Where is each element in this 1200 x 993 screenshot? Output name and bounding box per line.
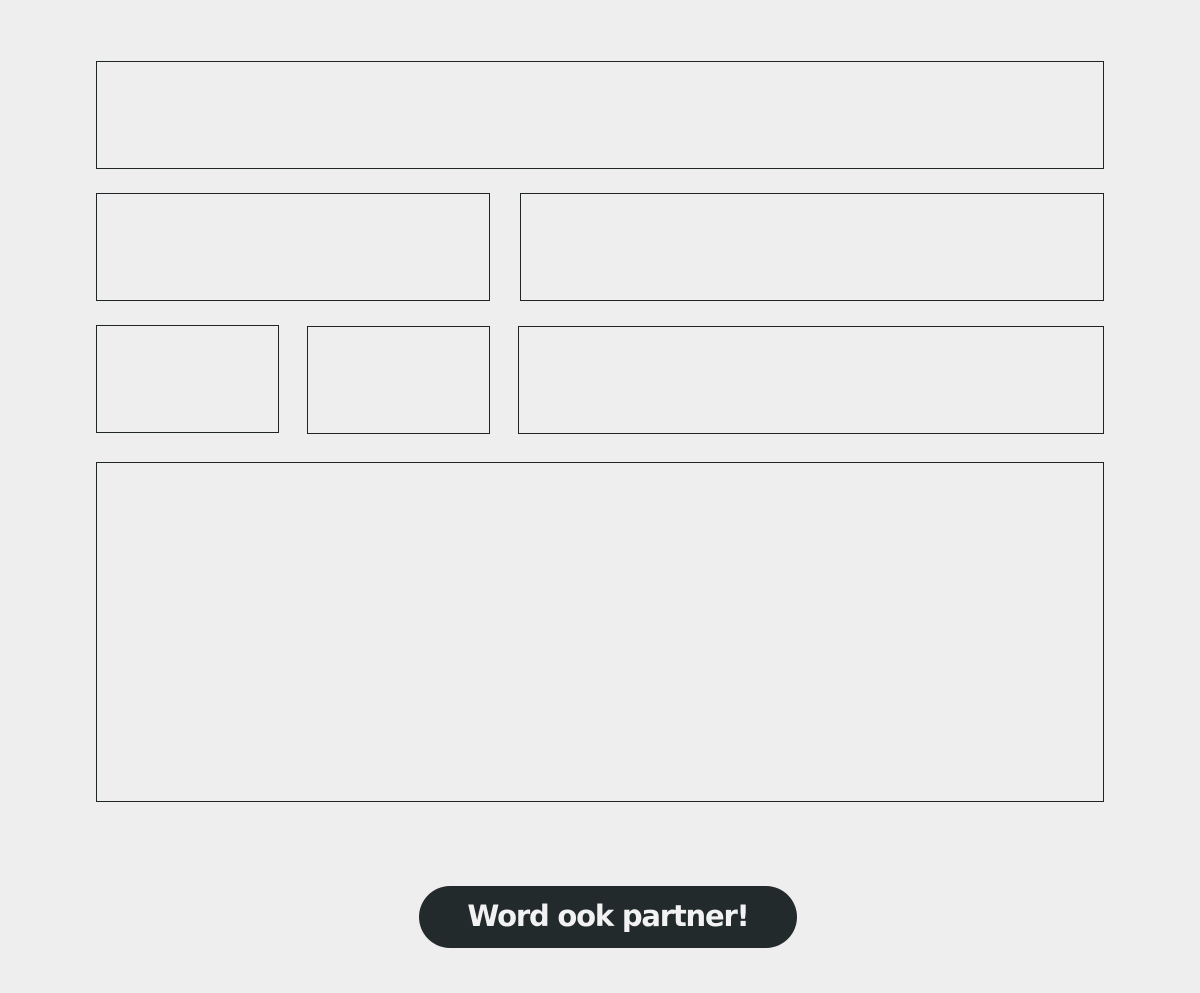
partner-signup-button[interactable]: Word ook partner! bbox=[419, 886, 797, 948]
form-field-row3-small-b[interactable] bbox=[307, 326, 490, 434]
partner-signup-button-label: Word ook partner! bbox=[467, 899, 749, 933]
form-field-row2-right[interactable] bbox=[520, 193, 1104, 301]
form-field-row3-small-a[interactable] bbox=[96, 325, 279, 433]
form-field-row3-wide[interactable] bbox=[518, 326, 1104, 434]
form-field-message-area[interactable] bbox=[96, 462, 1104, 802]
form-field-full-width-top[interactable] bbox=[96, 61, 1104, 169]
form-field-row2-left[interactable] bbox=[96, 193, 490, 301]
